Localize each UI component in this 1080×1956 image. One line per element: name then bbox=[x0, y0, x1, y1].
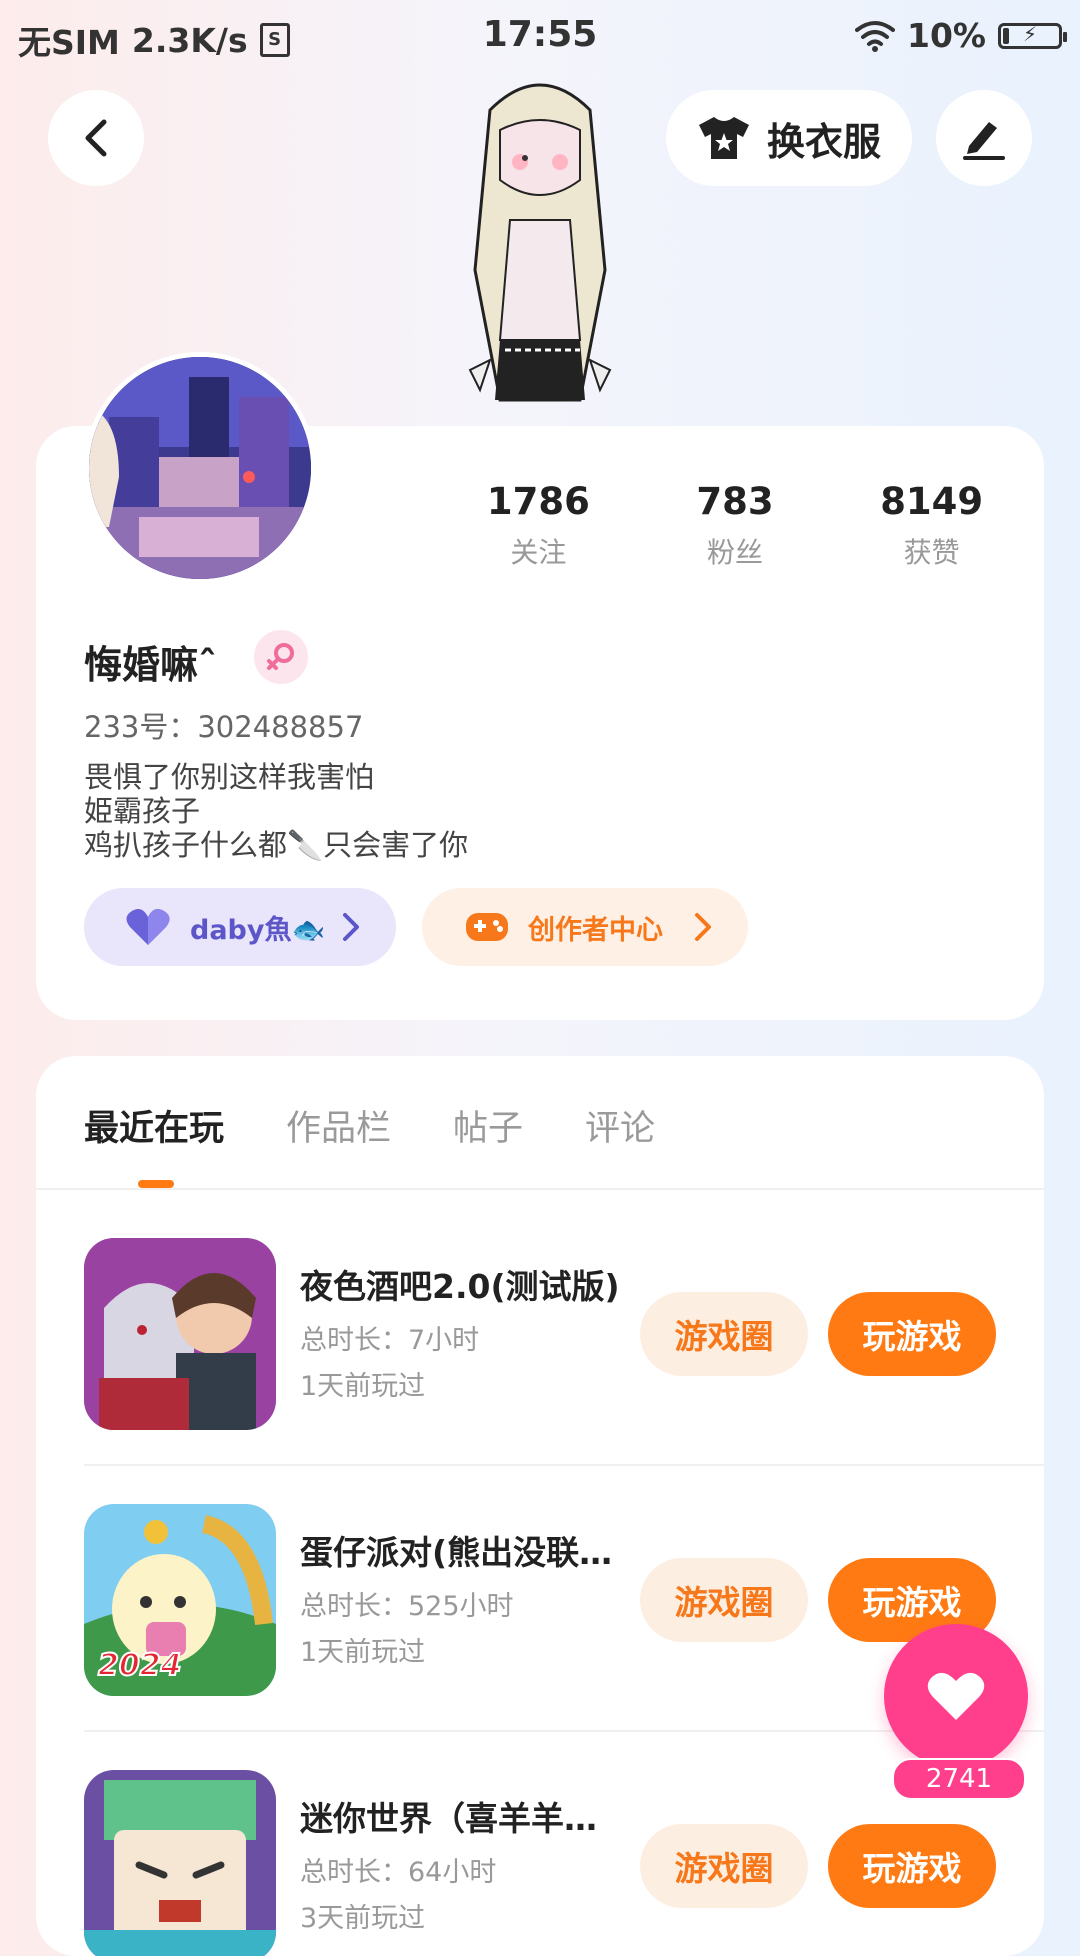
like-button[interactable] bbox=[884, 1624, 1028, 1768]
game-icon[interactable]: 2024 bbox=[84, 1504, 276, 1696]
stat-likes[interactable]: 8149 获赞 bbox=[833, 480, 1030, 571]
stat-following[interactable]: 1786 关注 bbox=[440, 480, 637, 571]
divider bbox=[84, 1464, 1044, 1466]
play-game-button[interactable]: 玩游戏 bbox=[828, 1824, 996, 1908]
avatar[interactable] bbox=[84, 352, 316, 584]
user-id: 233号：302488857 bbox=[84, 710, 364, 744]
battery-percent: 10% bbox=[907, 16, 986, 55]
divider bbox=[36, 1188, 1044, 1190]
tab-works[interactable]: 作品栏 bbox=[286, 1100, 391, 1151]
chevron-right-icon bbox=[343, 913, 359, 941]
wifi-icon bbox=[855, 20, 895, 52]
pencil-icon bbox=[963, 122, 1005, 160]
game-row[interactable]: 迷你世界（喜羊羊… 总时长：64小时 3天前玩过 游戏圈 玩游戏 bbox=[84, 1770, 1044, 1956]
tab-indicator bbox=[138, 1180, 174, 1188]
gamepad-icon bbox=[466, 913, 508, 941]
game-last-played: 3天前玩过 bbox=[300, 1903, 426, 1934]
change-outfit-button[interactable]: 换衣服 bbox=[666, 90, 912, 186]
heart-icon bbox=[927, 1672, 985, 1720]
like-count: 2741 bbox=[892, 1758, 1026, 1800]
change-outfit-label: 换衣服 bbox=[766, 119, 881, 164]
game-badge: 2024 bbox=[97, 1647, 182, 1684]
game-circle-button[interactable]: 游戏圈 bbox=[640, 1558, 808, 1642]
game-title: 蛋仔派对(熊出没联… bbox=[300, 1533, 613, 1572]
game-last-played: 1天前玩过 bbox=[300, 1371, 426, 1402]
tab-comments[interactable]: 评论 bbox=[585, 1100, 655, 1151]
shirt-icon bbox=[698, 117, 749, 159]
bio-line: 姫霸孩子 bbox=[84, 794, 201, 828]
profile-stats: 1786 关注 783 粉丝 8149 获赞 bbox=[440, 480, 1030, 571]
stat-value: 8149 bbox=[880, 480, 984, 523]
tab-bar: 最近在玩 作品栏 帖子 评论 bbox=[84, 1100, 655, 1151]
edit-profile-button[interactable] bbox=[936, 90, 1032, 186]
back-button[interactable] bbox=[48, 90, 144, 186]
game-duration: 总时长：64小时 bbox=[300, 1857, 497, 1888]
content-card: 最近在玩 作品栏 帖子 评论 夜色酒吧2.0(测试版) 总时长：7小时 1天前玩… bbox=[36, 1056, 1044, 1956]
tab-recent[interactable]: 最近在玩 bbox=[84, 1100, 224, 1151]
game-icon[interactable] bbox=[84, 1770, 276, 1956]
fan-group-label: daby魚🐟 bbox=[190, 914, 326, 946]
female-icon bbox=[254, 630, 308, 684]
game-circle-button[interactable]: 游戏圈 bbox=[640, 1824, 808, 1908]
game-icon[interactable] bbox=[84, 1238, 276, 1430]
creator-center-button[interactable]: 创作者中心 bbox=[422, 888, 748, 966]
tab-posts[interactable]: 帖子 bbox=[453, 1100, 523, 1151]
stat-value: 783 bbox=[696, 480, 774, 523]
game-duration: 总时长：7小时 bbox=[300, 1325, 480, 1356]
character-avatar[interactable] bbox=[430, 70, 650, 426]
status-bar: 无SIM 2.3K/s S 17:55 10% ⚡ bbox=[0, 0, 1080, 76]
nickname: 悔婚嘛ˆ bbox=[84, 643, 218, 687]
stat-label: 关注 bbox=[510, 536, 567, 569]
game-last-played: 1天前玩过 bbox=[300, 1637, 426, 1668]
battery-icon: ⚡ bbox=[998, 22, 1067, 49]
avatar-image bbox=[89, 357, 311, 579]
stat-fans[interactable]: 783 粉丝 bbox=[637, 480, 834, 571]
stat-label: 获赞 bbox=[903, 536, 960, 569]
bio: 畏惧了你别这样我害怕 姫霸孩子 鸡扒孩子什么都🔪只会害了你 bbox=[84, 760, 468, 862]
play-game-button[interactable]: 玩游戏 bbox=[828, 1292, 996, 1376]
bio-line: 畏惧了你别这样我害怕 bbox=[84, 760, 375, 794]
creator-center-label: 创作者中心 bbox=[528, 914, 663, 946]
game-title: 迷你世界（喜羊羊… bbox=[300, 1799, 597, 1838]
bio-line: 鸡扒孩子什么都🔪只会害了你 bbox=[84, 828, 469, 862]
game-duration: 总时长：525小时 bbox=[300, 1591, 514, 1622]
stat-value: 1786 bbox=[486, 480, 590, 523]
fan-group-button[interactable]: daby魚🐟 bbox=[84, 888, 396, 966]
chevron-right-icon bbox=[695, 913, 711, 941]
game-title: 夜色酒吧2.0(测试版) bbox=[300, 1267, 620, 1306]
game-circle-button[interactable]: 游戏圈 bbox=[640, 1292, 808, 1376]
status-right: 10% ⚡ bbox=[855, 16, 1067, 55]
heart-badge-icon bbox=[126, 909, 170, 945]
stat-label: 粉丝 bbox=[707, 536, 764, 569]
back-arrow-icon bbox=[85, 119, 107, 157]
